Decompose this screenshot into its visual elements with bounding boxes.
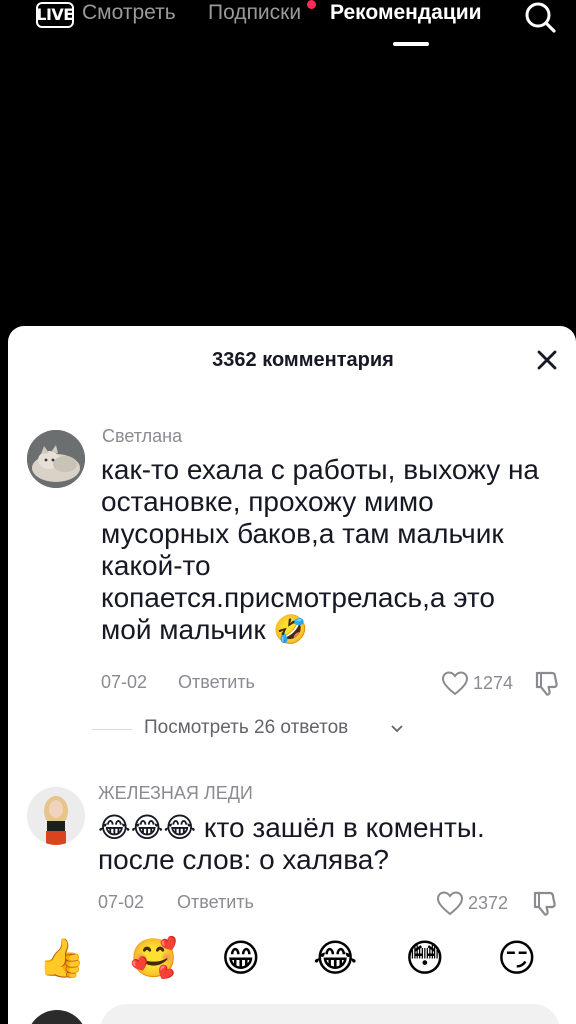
emoji-flushed[interactable]: 😳 — [405, 932, 445, 984]
like-count: 2372 — [468, 893, 509, 913]
comment-text: как-то ехала с работы, выхожу на останов… — [101, 454, 540, 645]
dislike-icon[interactable] — [531, 889, 559, 917]
avatar[interactable] — [27, 430, 85, 488]
dislike-icon[interactable] — [533, 669, 561, 697]
active-tab-indicator — [393, 42, 429, 46]
comment-text: 😂😂😂 кто зашёл в коменты. после слов: о х… — [98, 812, 485, 875]
cat-avatar-image — [27, 430, 85, 488]
comment-input[interactable] — [100, 1004, 560, 1024]
view-replies-link[interactable]: Посмотреть 26 ответов — [144, 717, 348, 739]
live-label: LIVE — [36, 5, 74, 24]
reply-button[interactable]: Ответить — [178, 672, 255, 693]
avatar[interactable] — [27, 787, 85, 845]
comment-username[interactable]: ЖЕЛЕЗНАЯ ЛЕДИ — [98, 783, 253, 804]
live-icon[interactable]: LIVE — [36, 2, 74, 32]
notification-dot — [307, 0, 316, 9]
tab-subscriptions[interactable]: Подписки — [208, 1, 301, 25]
comment-date: 07-02 — [98, 892, 145, 912]
like-count: 1274 — [473, 673, 514, 693]
emoji-smiling-hearts[interactable]: 🥰 — [130, 932, 177, 984]
emoji-tears-of-joy[interactable]: 😂 — [313, 932, 357, 984]
replies-divider — [92, 729, 132, 730]
heart-icon[interactable] — [441, 670, 469, 696]
reply-button[interactable]: Ответить — [177, 892, 254, 913]
emoji-thumbs-up[interactable]: 👍 — [38, 932, 85, 984]
close-icon[interactable] — [535, 348, 559, 372]
comment-username[interactable]: Светлана — [102, 426, 182, 447]
chevron-down-icon — [391, 725, 403, 733]
comments-count-title: 3362 комментария — [212, 349, 394, 371]
top-navigation: LIVE Смотреть Подписки Рекомендации — [0, 0, 576, 56]
tab-watch[interactable]: Смотреть — [82, 1, 176, 25]
emoji-grinning[interactable]: 😁 — [221, 932, 261, 984]
current-user-avatar — [27, 1010, 87, 1024]
tab-recommendations[interactable]: Рекомендации — [330, 1, 482, 25]
woman-avatar-image — [27, 787, 85, 845]
comment-date: 07-02 — [101, 672, 148, 692]
emoji-quick-bar: 👍 🥰 😁 😂 😳 😏 — [8, 932, 576, 992]
emoji-smirk[interactable]: 😏 — [497, 932, 537, 984]
heart-icon[interactable] — [436, 890, 464, 916]
search-icon[interactable] — [522, 0, 558, 36]
comments-sheet: 3362 комментария Светлана как-то ехала с… — [8, 326, 576, 1024]
